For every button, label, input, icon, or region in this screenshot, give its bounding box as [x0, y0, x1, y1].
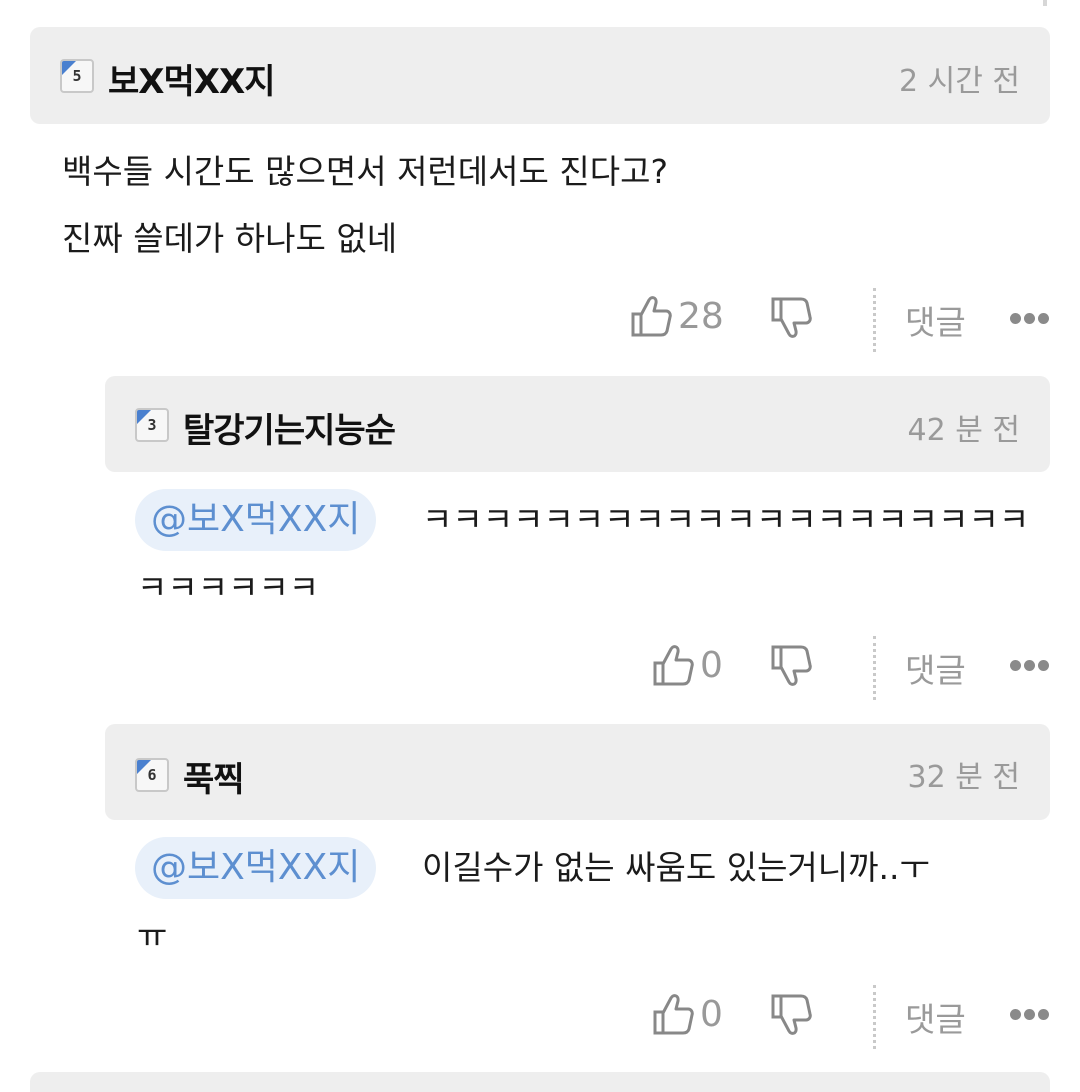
action-divider [873, 985, 876, 1049]
mention-tag[interactable]: @보X먹XX지 [135, 837, 377, 899]
like-button[interactable]: 0 [652, 643, 723, 687]
dislike-button[interactable] [770, 993, 812, 1037]
comment-text-line: 이길수가 없는 싸움도 있는거니까..ㅜ [422, 848, 930, 887]
mention-tag[interactable]: @보X먹XX지 [135, 489, 377, 551]
thumbs-up-icon [653, 645, 694, 686]
thumbs-down-icon [771, 994, 812, 1035]
reply-button[interactable]: 댓글 [905, 644, 966, 692]
more-options-icon[interactable] [1010, 313, 1049, 324]
action-divider [873, 288, 876, 352]
thumbs-up-icon [653, 994, 694, 1035]
author-nickname[interactable]: 보X먹XX지 [108, 54, 275, 103]
comment-time: 2 시간 전 [899, 64, 1020, 99]
comment-actions: 28 댓글 [0, 286, 1080, 352]
action-divider [873, 636, 876, 700]
comment-header: 5 보X먹XX지 2 시간 전 [30, 27, 1050, 124]
comment-text-line: ㅠ [137, 916, 168, 955]
comment-text-line: ㅋㅋㅋㅋㅋㅋㅋㅋㅋㅋㅋㅋㅋㅋㅋㅋㅋㅋㅋㅋ [422, 500, 1030, 539]
thumbs-up-icon [631, 296, 672, 337]
thumbs-down-icon [771, 297, 812, 338]
comment-text-line: 백수들 시간도 많으면서 저런데서도 진다고? [62, 152, 668, 191]
level-badge-icon: 6 [135, 758, 169, 792]
comment-header: 6 푹찍 32 분 전 [105, 724, 1050, 820]
comment-text-line: ㅋㅋㅋㅋㅋㅋ [137, 568, 320, 607]
like-count: 0 [700, 644, 723, 686]
scroll-indicator [1043, 0, 1047, 6]
reply-button[interactable]: 댓글 [905, 296, 966, 344]
like-count: 0 [700, 993, 723, 1035]
comment-time: 42 분 전 [907, 413, 1020, 448]
reply-button[interactable]: 댓글 [905, 993, 966, 1041]
level-badge-icon: 5 [60, 59, 94, 93]
like-count: 28 [678, 295, 724, 337]
next-comment-header [30, 1072, 1050, 1092]
comment-time: 32 분 전 [907, 760, 1020, 795]
more-options-icon[interactable] [1010, 660, 1049, 671]
like-button[interactable]: 0 [652, 992, 723, 1036]
thumbs-down-icon [771, 645, 812, 686]
more-options-icon[interactable] [1010, 1009, 1049, 1020]
comment-actions: 0 댓글 [0, 983, 1080, 1049]
like-button[interactable]: 28 [630, 294, 724, 338]
comment-text-line: 진짜 쓸데가 하나도 없네 [62, 219, 398, 258]
level-badge-icon: 3 [135, 408, 169, 442]
comment-actions: 0 댓글 [0, 634, 1080, 700]
dislike-button[interactable] [770, 644, 812, 688]
author-nickname[interactable]: 탈강기는지능순 [183, 403, 396, 452]
author-nickname[interactable]: 푹찍 [183, 752, 245, 801]
comment-header: 3 탈강기는지능순 42 분 전 [105, 376, 1050, 472]
dislike-button[interactable] [770, 296, 812, 340]
